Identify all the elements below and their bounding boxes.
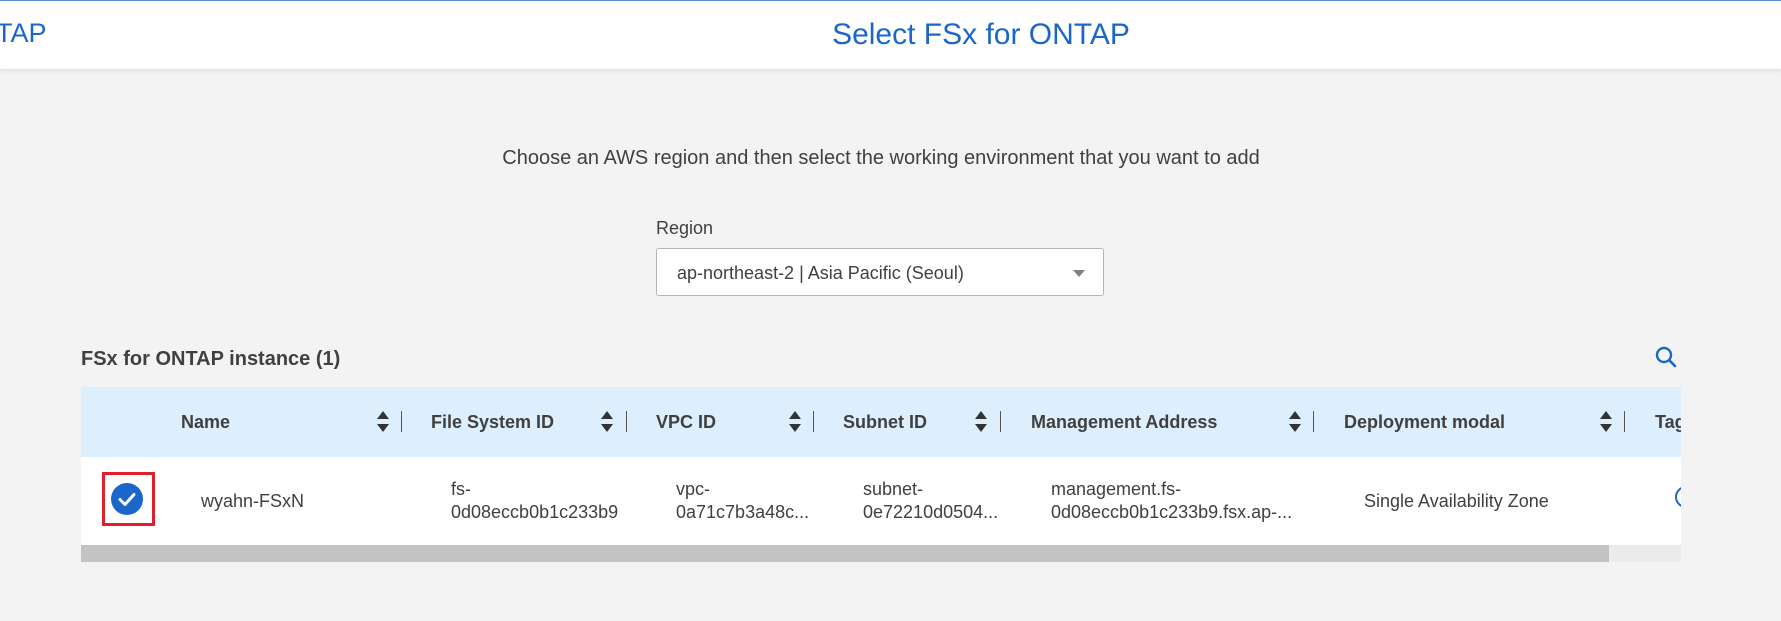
cell-line: 0a71c7b3a48c... [676, 502, 810, 522]
region-select[interactable]: ap-northeast-2 | Asia Pacific (Seoul) [656, 248, 1104, 296]
tag-info-icon[interactable] [1675, 486, 1681, 508]
region-label: Region [656, 218, 714, 238]
cell-management-address: management.fs- 0d08eccb0b1c233b9.fsx.ap-… [1051, 478, 1292, 524]
sort-icon[interactable] [377, 411, 389, 433]
column-header-tags: Tags [1655, 412, 1681, 432]
column-header-vpc-id: VPC ID [656, 412, 717, 432]
cell-line: fs- [451, 479, 471, 499]
sort-icon[interactable] [789, 411, 801, 433]
chevron-down-icon [1073, 270, 1085, 277]
column-header-deployment-modal: Deployment modal [1344, 412, 1506, 432]
column-divider[interactable] [813, 411, 814, 432]
cell-line: management.fs- [1051, 479, 1182, 499]
scrollbar-thumb[interactable] [81, 545, 1609, 562]
cell-name: wyahn-FSxN [201, 491, 305, 511]
column-header-name: Name [181, 412, 231, 432]
search-icon[interactable] [1654, 345, 1678, 369]
page-title: Select FSx for ONTAP [832, 18, 1130, 51]
sort-icon[interactable] [601, 411, 613, 433]
check-icon [118, 493, 136, 506]
column-header-management-address: Management Address [1031, 412, 1218, 432]
cell-line: subnet- [863, 479, 924, 499]
cell-vpc-id: vpc- 0a71c7b3a48c... [676, 478, 809, 524]
column-divider[interactable] [1624, 411, 1625, 432]
top-bar: TAP Select FSx for ONTAP [0, 0, 1781, 69]
cell-subnet-id: subnet- 0e72210d0504... [863, 478, 998, 524]
column-divider[interactable] [1000, 411, 1001, 432]
cell-line: 0e72210d0504... [863, 502, 999, 522]
cell-line: 0d08eccb0b1c233b9 [451, 502, 619, 522]
cell-line: 0d08eccb0b1c233b9.fsx.ap-... [1051, 502, 1293, 522]
cell-deployment-modal: Single Availability Zone [1364, 491, 1549, 511]
cell-file-system-id: fs- 0d08eccb0b1c233b9 [451, 478, 618, 524]
sort-icon[interactable] [1600, 411, 1612, 433]
table-header: Name File System ID VPC ID Subnet ID Man… [81, 387, 1681, 457]
column-divider[interactable] [401, 411, 402, 432]
column-header-subnet-id: Subnet ID [843, 412, 927, 432]
column-header-file-system-id: File System ID [431, 412, 555, 432]
table-title: FSx for ONTAP instance (1) [81, 348, 341, 370]
cell-line: vpc- [676, 479, 711, 499]
horizontal-scrollbar[interactable] [81, 545, 1681, 562]
instances-table: Name File System ID VPC ID Subnet ID Man… [81, 387, 1681, 562]
sort-icon[interactable] [1289, 411, 1301, 433]
sort-icon[interactable] [975, 411, 987, 433]
table-row[interactable]: wyahn-FSxN fs- 0d08eccb0b1c233b9 vpc- 0a… [81, 457, 1681, 545]
column-divider[interactable] [626, 411, 627, 432]
row-select-checkbox[interactable] [111, 483, 143, 515]
region-selected-value: ap-northeast-2 | Asia Pacific (Seoul) [677, 263, 964, 283]
column-divider[interactable] [1313, 411, 1314, 432]
page-subtitle: Choose an AWS region and then select the… [502, 147, 1260, 169]
